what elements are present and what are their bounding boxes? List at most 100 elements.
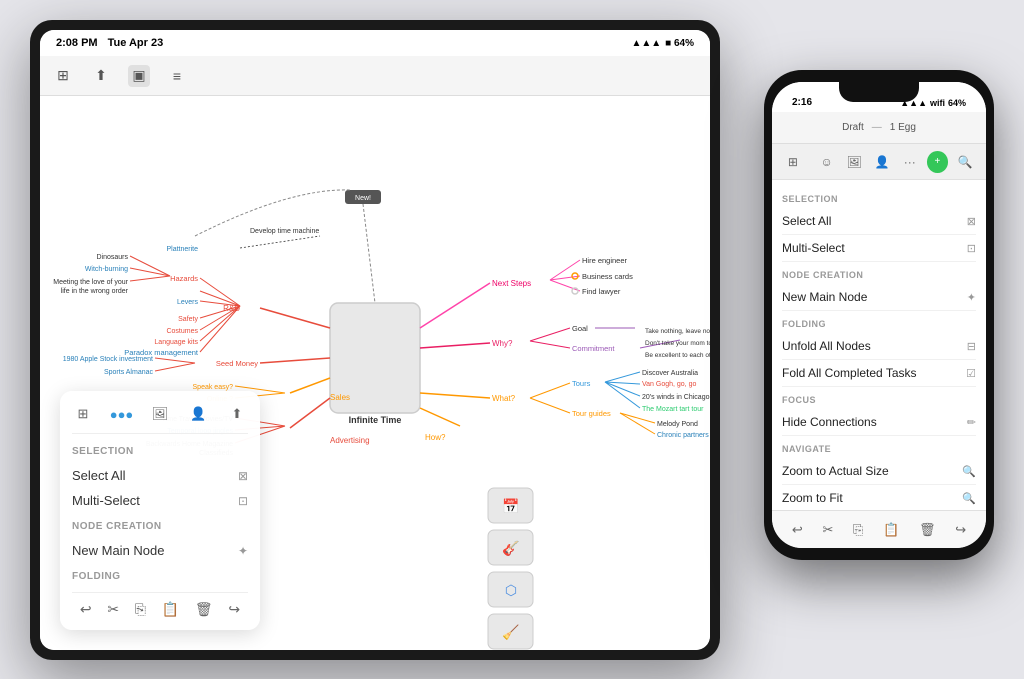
- paste-icon[interactable]: 📋: [162, 601, 179, 618]
- scene: 2:08 PM Tue Apr 23 ▲▲▲ ■ 64% ⊞ ⬆ ▣ ≡: [0, 0, 1024, 679]
- phone-node-creation-label: NODE CREATION: [782, 270, 976, 280]
- svg-text:Melody Pond: Melody Pond: [657, 421, 698, 428]
- tablet-status-right: ▲▲▲ ■ 64%: [631, 38, 694, 49]
- svg-text:Van Gogh, go, go: Van Gogh, go, go: [642, 381, 696, 388]
- panel-bottom-bar: ↩ ✂ ⎘ 📋 🗑 ↪: [72, 592, 248, 618]
- phone-battery: 64%: [948, 98, 966, 108]
- phone-add-icon[interactable]: +: [927, 151, 949, 173]
- new-main-node-row[interactable]: New Main Node ✦: [72, 538, 248, 563]
- svg-text:Why?: Why?: [492, 339, 513, 348]
- svg-text:Language kits: Language kits: [154, 339, 198, 346]
- phone-selection-label: SELECTION: [782, 194, 976, 204]
- phone-zoom-actual: Zoom to Actual Size: [782, 464, 889, 478]
- phone-zoom-actual-icon: 🔍: [962, 465, 976, 478]
- phone-redo-icon[interactable]: ↪: [955, 522, 966, 538]
- selection-section-label: SELECTION: [72, 446, 248, 457]
- nav-separator: —: [872, 122, 882, 133]
- phone-new-main-node-row[interactable]: New Main Node ✦: [782, 284, 976, 311]
- phone-copy-icon[interactable]: ⎘: [853, 522, 863, 538]
- phone-multi-select-icon: ⊡: [967, 242, 976, 255]
- share-icon[interactable]: ⬆: [90, 65, 112, 87]
- delete-icon[interactable]: 🗑: [195, 601, 213, 618]
- tablet-panel: ⊞ ●●● 🖼 👤 ⬆ SELECTION Select All ⊠ Multi…: [60, 391, 260, 630]
- phone-delete-icon[interactable]: 🗑: [919, 522, 936, 538]
- svg-text:Be excellent to each oth...: Be excellent to each oth...: [645, 352, 710, 359]
- select-all-row[interactable]: Select All ⊠: [72, 463, 248, 488]
- svg-text:Hire engineer: Hire engineer: [582, 256, 628, 265]
- multi-select-icon: ⊡: [238, 494, 248, 508]
- panel-grid-icon[interactable]: ⊞: [72, 403, 94, 425]
- phone-navigate-label: NAVIGATE: [782, 444, 976, 454]
- nav-draft: Draft: [842, 122, 864, 133]
- phone-undo-icon[interactable]: ↩: [792, 522, 803, 538]
- phone-person-icon[interactable]: 👤: [871, 151, 893, 173]
- svg-text:Commitment: Commitment: [572, 344, 615, 353]
- phone-fold-completed: Fold All Completed Tasks: [782, 366, 917, 380]
- svg-text:⬡: ⬡: [505, 582, 517, 598]
- svg-text:Take nothing, leave not...: Take nothing, leave not...: [645, 328, 710, 335]
- phone-hide-connections: Hide Connections: [782, 415, 877, 429]
- phone-multi-select-row[interactable]: Multi-Select ⊡: [782, 235, 976, 262]
- phone-select-all-icon: ⊠: [967, 215, 976, 228]
- tablet-device: 2:08 PM Tue Apr 23 ▲▲▲ ■ 64% ⊞ ⬆ ▣ ≡: [30, 20, 720, 660]
- phone-hide-connections-row[interactable]: Hide Connections ✏: [782, 409, 976, 436]
- undo-icon[interactable]: ↩: [80, 601, 92, 618]
- phone-nav-bar: Draft — 1 Egg: [772, 112, 986, 144]
- phone-fold-completed-row[interactable]: Fold All Completed Tasks ☑: [782, 360, 976, 387]
- panel-image-icon[interactable]: 🖼: [149, 403, 171, 425]
- phone-paste-icon[interactable]: 📋: [883, 522, 899, 538]
- phone-new-main-node: New Main Node: [782, 290, 867, 304]
- nav-egg: 1 Egg: [890, 122, 916, 133]
- list-icon[interactable]: ≡: [166, 65, 188, 87]
- svg-text:What?: What?: [492, 394, 516, 403]
- tablet-status-bar: 2:08 PM Tue Apr 23 ▲▲▲ ■ 64%: [40, 30, 710, 56]
- svg-text:How?: How?: [425, 433, 446, 442]
- svg-text:Next Steps: Next Steps: [492, 279, 531, 288]
- phone-notch: [839, 82, 919, 102]
- svg-text:Find lawyer: Find lawyer: [582, 287, 621, 296]
- phone-search-icon[interactable]: 🔍: [954, 151, 976, 173]
- svg-text:Tours: Tours: [572, 379, 591, 388]
- phone-zoom-fit-row[interactable]: Zoom to Fit 🔍: [782, 485, 976, 512]
- battery-icon: ■ 64%: [665, 38, 694, 49]
- svg-text:Levers: Levers: [177, 299, 199, 306]
- cut-icon[interactable]: ✂: [107, 601, 119, 618]
- svg-text:Dinosaurs: Dinosaurs: [96, 254, 128, 261]
- multi-select-row[interactable]: Multi-Select ⊡: [72, 488, 248, 513]
- tablet-toolbar: ⊞ ⬆ ▣ ≡: [40, 56, 710, 96]
- phone-zoom-actual-row[interactable]: Zoom to Actual Size 🔍: [782, 458, 976, 485]
- panel-person-icon[interactable]: 👤: [188, 403, 210, 425]
- svg-text:Safety: Safety: [178, 316, 198, 323]
- phone-new-node-icon: ✦: [967, 291, 976, 304]
- phone-unfold-all-row[interactable]: Unfold All Nodes ⊟: [782, 333, 976, 360]
- svg-text:Advertising: Advertising: [330, 436, 370, 445]
- svg-text:New!: New!: [355, 195, 371, 202]
- svg-text:Don't take your mom to...: Don't take your mom to...: [645, 340, 710, 347]
- svg-text:Tour guides: Tour guides: [572, 409, 611, 418]
- select-all-icon: ⊠: [238, 469, 248, 483]
- phone-zoom-fit-icon: 🔍: [962, 492, 976, 505]
- panel-dots-icon[interactable]: ●●●: [111, 403, 133, 425]
- panel-share-icon[interactable]: ⬆: [226, 403, 248, 425]
- phone-select-all-row[interactable]: Select All ⊠: [782, 208, 976, 235]
- phone-cut-icon[interactable]: ✂: [822, 522, 833, 538]
- svg-text:Goal: Goal: [572, 324, 588, 333]
- phone-grid-icon[interactable]: ⊞: [782, 151, 804, 173]
- svg-text:📅: 📅: [502, 498, 519, 514]
- phone-folding-label: FOLDING: [782, 319, 976, 329]
- grid-icon[interactable]: ⊞: [52, 65, 74, 87]
- tablet-screen: 2:08 PM Tue Apr 23 ▲▲▲ ■ 64% ⊞ ⬆ ▣ ≡: [40, 30, 710, 650]
- redo-icon[interactable]: ↪: [228, 601, 240, 618]
- phone-smile-icon[interactable]: ☺: [816, 151, 838, 173]
- svg-text:Infinite Time: Infinite Time: [349, 415, 402, 425]
- sidebar-icon[interactable]: ▣: [128, 65, 150, 87]
- phone-multi-select: Multi-Select: [782, 241, 845, 255]
- copy-icon[interactable]: ⎘: [135, 601, 146, 618]
- svg-text:Discover Australia: Discover Australia: [642, 370, 698, 377]
- mindmap-canvas: Infinite Time New! Next Steps Hire engin…: [40, 96, 710, 650]
- phone-image-icon[interactable]: 🖼: [843, 151, 865, 173]
- phone-focus-label: FOCUS: [782, 395, 976, 405]
- phone-more-icon[interactable]: ···: [899, 151, 921, 173]
- svg-text:Business cards: Business cards: [582, 272, 633, 281]
- phone-zoom-fit: Zoom to Fit: [782, 491, 843, 505]
